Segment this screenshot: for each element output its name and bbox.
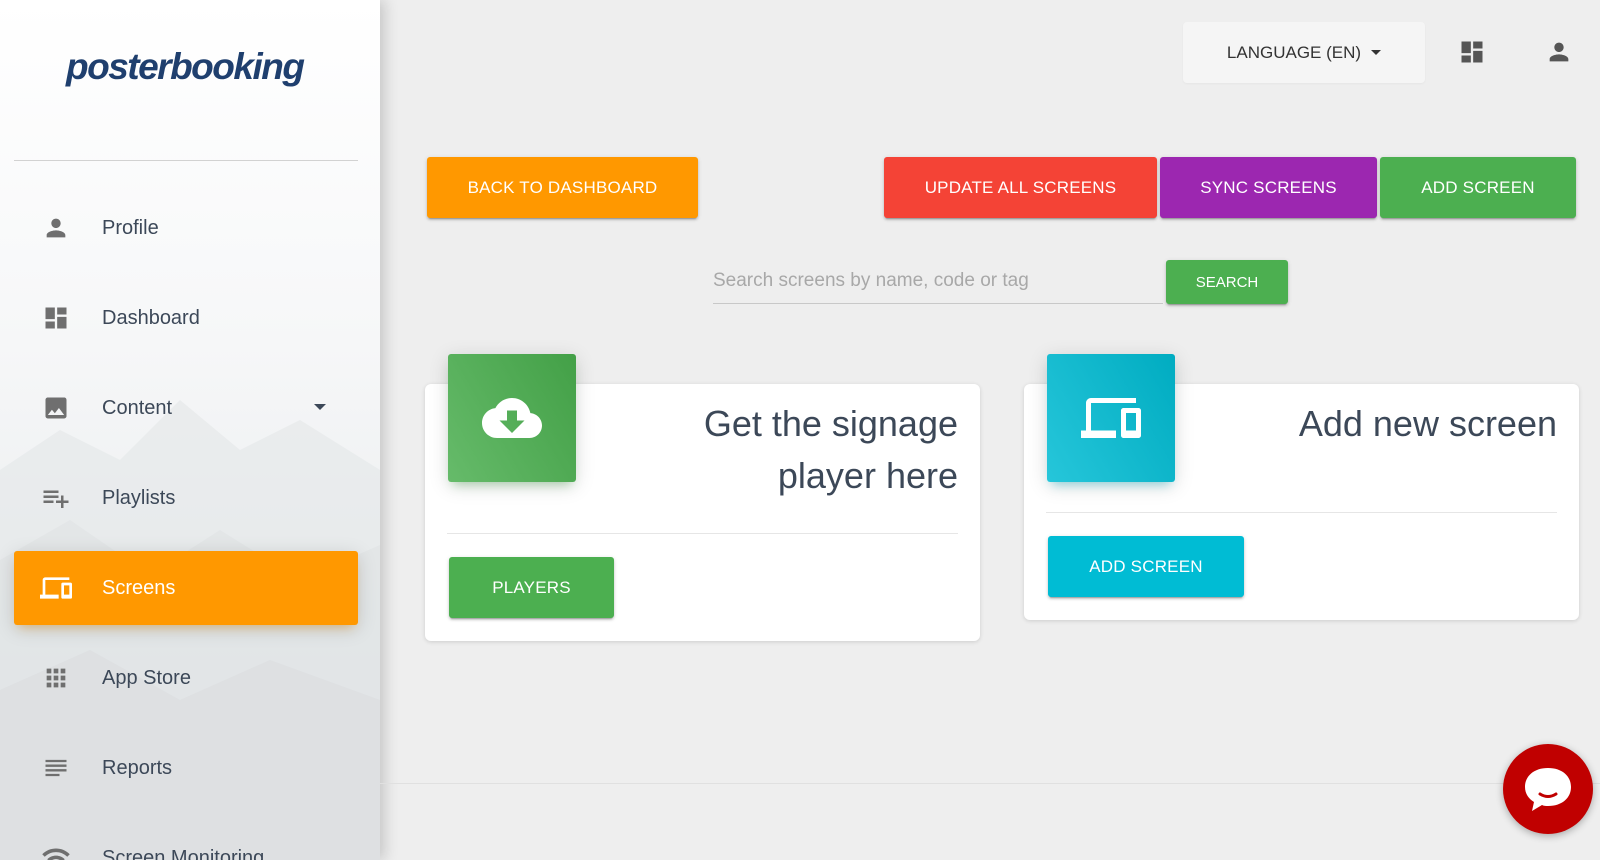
language-dropdown[interactable]: LANGUAGE (EN) xyxy=(1183,22,1425,83)
sidebar-item-profile[interactable]: Profile xyxy=(14,191,358,265)
language-label: LANGUAGE (EN) xyxy=(1226,42,1362,62)
sidebar-item-label: Reports xyxy=(102,756,173,779)
sidebar-item-label: App Store xyxy=(102,666,191,689)
sidebar-item-label: Content xyxy=(102,396,173,419)
sidebar-divider xyxy=(14,160,358,161)
devices-icon xyxy=(40,572,72,604)
card-title-line: Get the signage xyxy=(703,403,958,444)
sidebar-item-dashboard[interactable]: Dashboard xyxy=(14,281,358,355)
person-icon xyxy=(40,212,72,244)
players-button[interactable]: PLAYERS xyxy=(449,557,614,618)
wifi-icon xyxy=(40,842,72,860)
brand-logo[interactable]: posterbooking xyxy=(66,46,305,88)
person-icon[interactable] xyxy=(1543,36,1575,68)
apps-grid-icon xyxy=(40,662,72,694)
sync-screens-button[interactable]: SYNC SCREENS xyxy=(1160,157,1377,218)
cloud-download-icon xyxy=(448,354,576,482)
sidebar-item-app-store[interactable]: App Store xyxy=(14,641,358,715)
sidebar-item-reports[interactable]: Reports xyxy=(14,731,358,805)
dashboard-icon[interactable] xyxy=(1456,36,1488,68)
add-screen-card-button[interactable]: ADD SCREEN xyxy=(1048,536,1244,597)
devices-icon xyxy=(1047,354,1175,482)
chevron-down-icon xyxy=(1371,50,1382,55)
back-to-dashboard-button[interactable]: BACK TO DASHBOARD xyxy=(427,157,698,218)
search-button[interactable]: SEARCH xyxy=(1166,260,1288,304)
sidebar-item-screen-monitoring[interactable]: Screen Monitoring xyxy=(14,821,358,860)
sidebar-item-label: Screen Monitoring xyxy=(102,846,265,860)
sidebar-item-screens[interactable]: Screens xyxy=(14,551,358,625)
sidebar-item-content[interactable]: Content xyxy=(14,371,358,445)
sidebar-item-playlists[interactable]: Playlists xyxy=(14,461,358,535)
card-divider xyxy=(447,533,958,534)
chevron-down-icon[interactable] xyxy=(314,404,326,410)
search-input[interactable] xyxy=(713,258,1163,304)
sidebar-item-label: Screens xyxy=(102,576,176,599)
chat-widget-button[interactable] xyxy=(1503,744,1593,834)
reports-lines-icon xyxy=(40,752,72,784)
card-divider xyxy=(1046,512,1557,513)
add-screen-button[interactable]: ADD SCREEN xyxy=(1380,157,1576,218)
sidebar-item-label: Dashboard xyxy=(102,306,200,329)
chat-bubble-icon xyxy=(1525,768,1571,811)
card-title: Add new screen xyxy=(1298,403,1557,444)
sidebar-item-label: Profile xyxy=(102,216,159,239)
card-title-line: player here xyxy=(777,455,958,496)
sidebar: posterbooking Profile Dashboard Content … xyxy=(0,0,380,860)
card-title: Get the signage player here xyxy=(558,398,958,502)
sidebar-item-label: Playlists xyxy=(102,486,176,509)
footer-divider xyxy=(380,783,1600,784)
image-icon xyxy=(40,392,72,424)
dashboard-icon xyxy=(40,302,72,334)
update-all-screens-button[interactable]: UPDATE ALL SCREENS xyxy=(884,157,1157,218)
playlist-add-icon xyxy=(40,482,72,514)
